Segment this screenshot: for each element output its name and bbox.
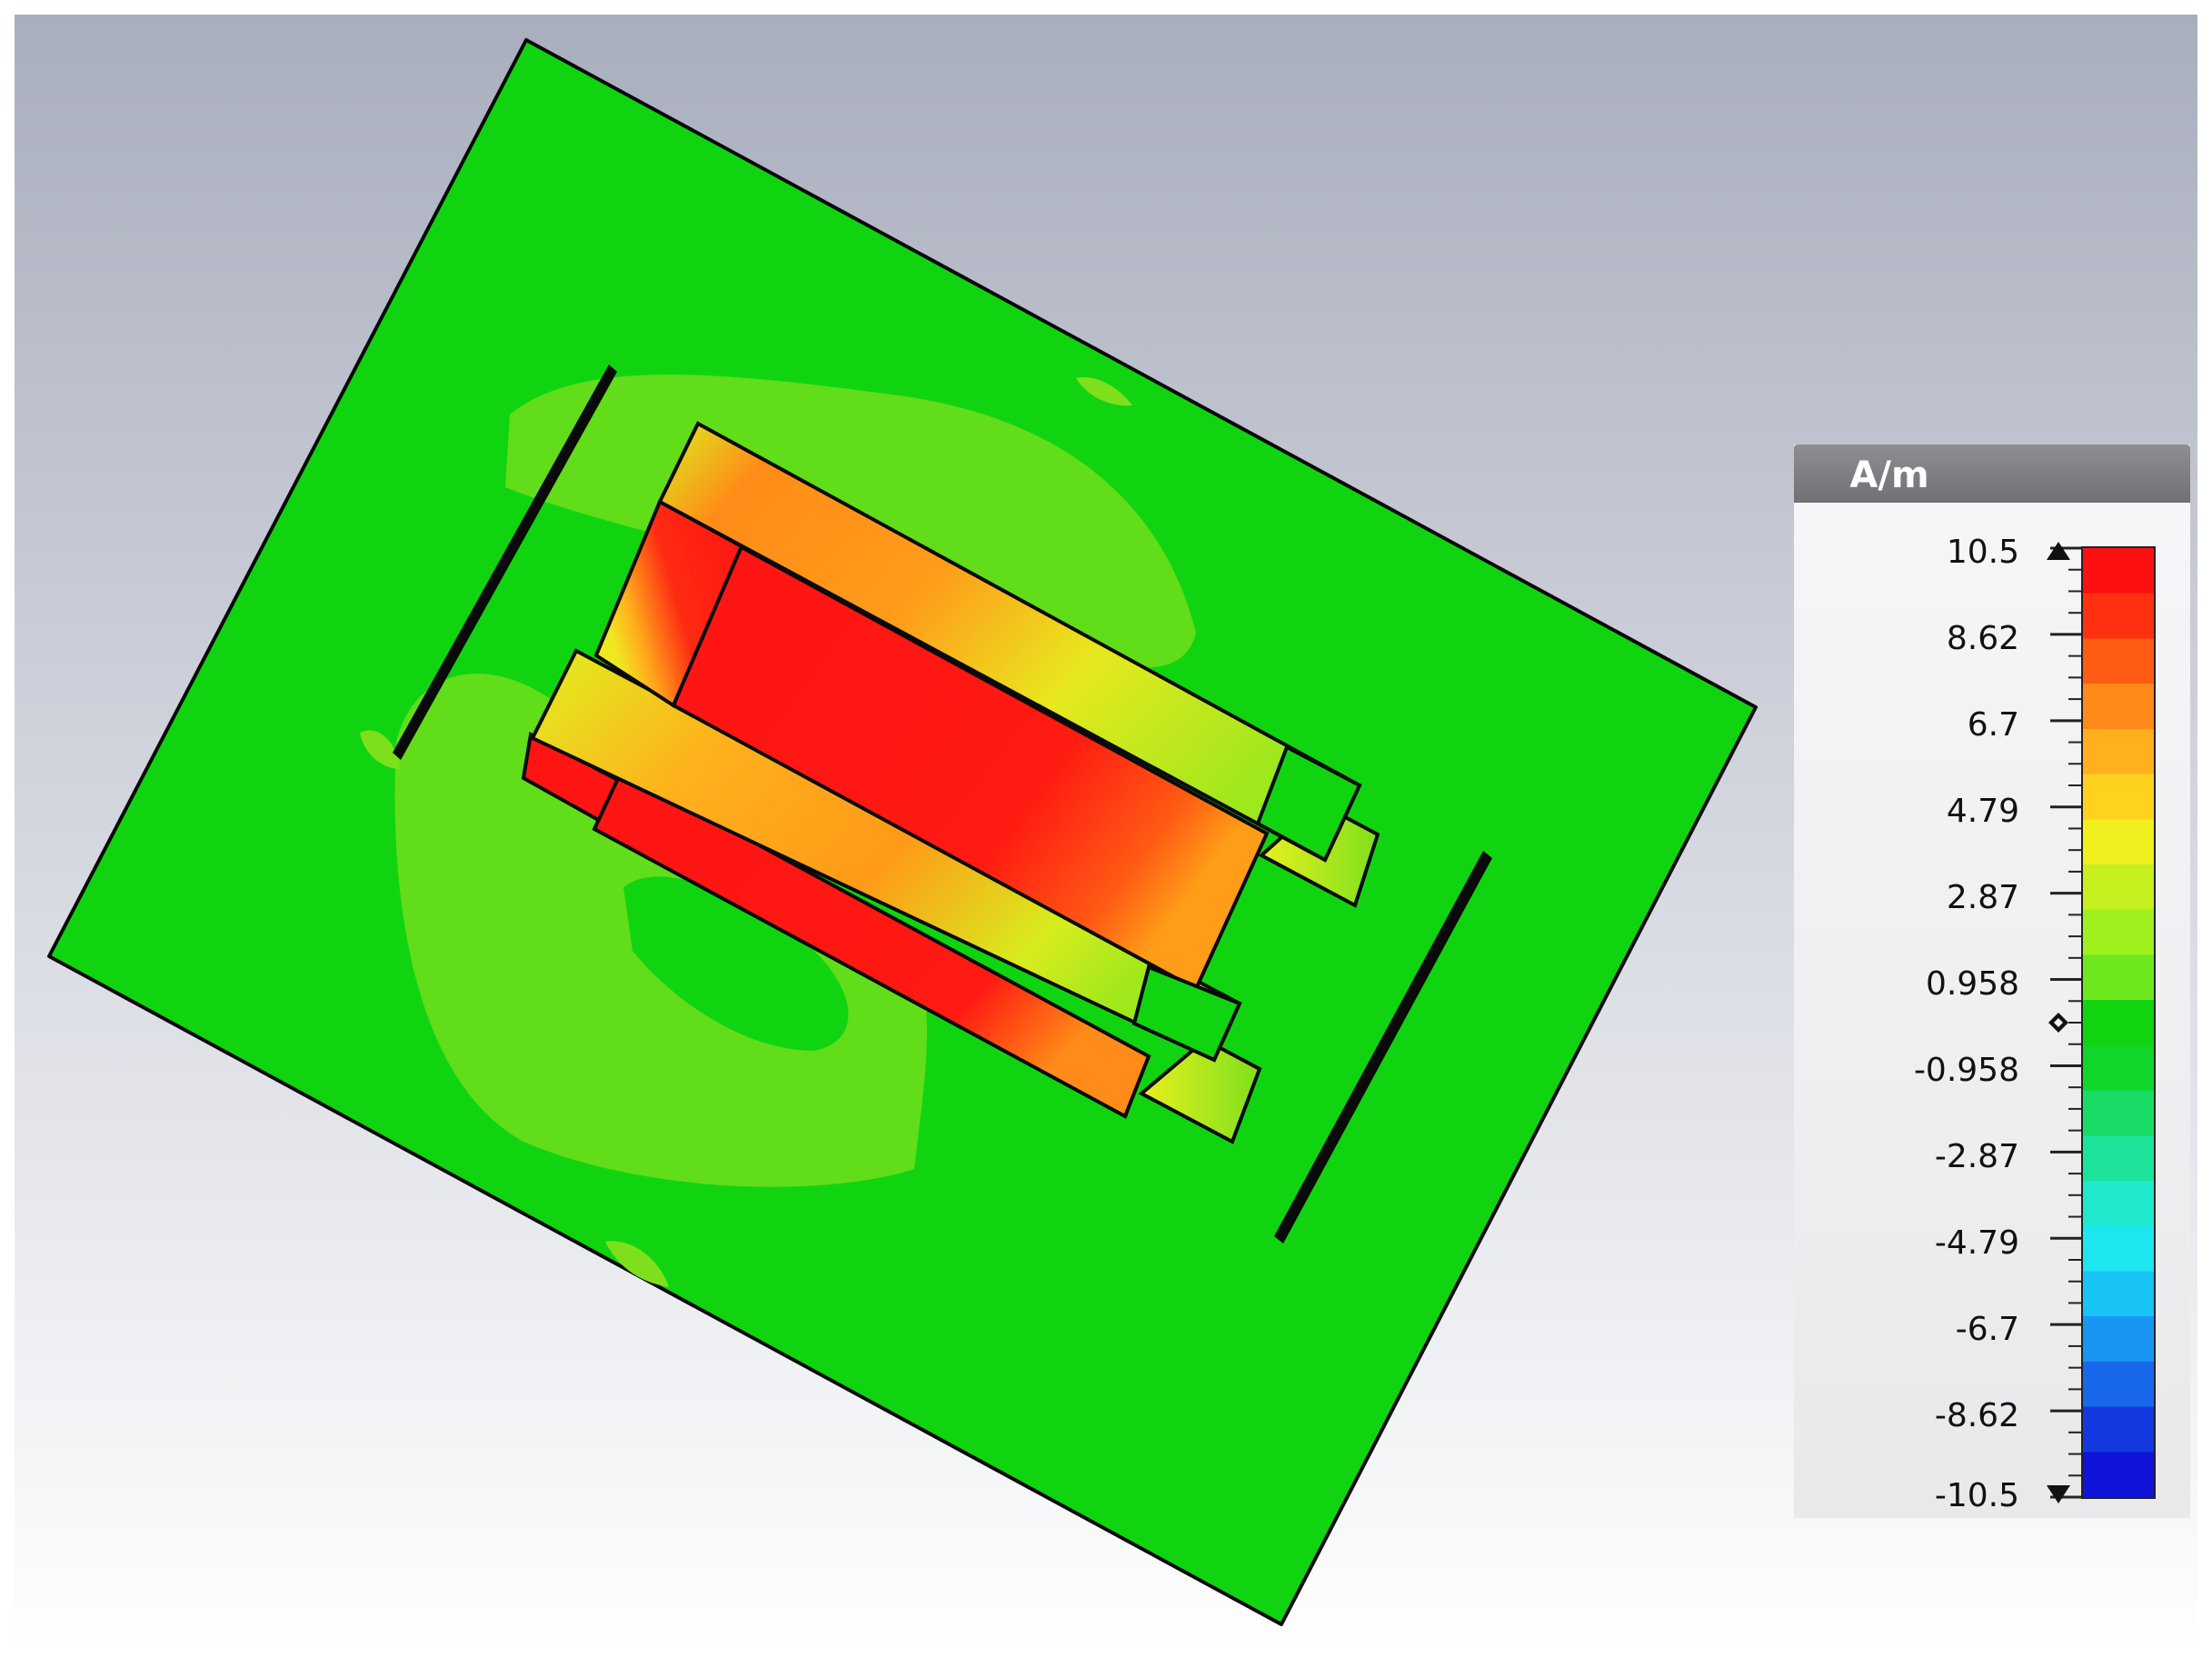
legend-tick-label: 4.79 xyxy=(1946,793,2019,830)
legend-tick-label: -2.87 xyxy=(1934,1138,2019,1175)
legend-tick-label: -4.79 xyxy=(1934,1224,2019,1262)
legend-unit-label: A/m xyxy=(1849,454,1929,496)
legend-tick-label: 6.7 xyxy=(1967,706,2019,744)
legend-colorbar xyxy=(2081,546,2156,1499)
legend-tick-label: -8.62 xyxy=(1934,1397,2019,1434)
legend-tick-label: -10.5 xyxy=(1934,1477,2019,1514)
legend-header: A/m xyxy=(1794,444,2190,503)
legend-tick-label: 10.5 xyxy=(1946,534,2019,571)
legend-min-arrow-icon[interactable] xyxy=(2045,1483,2072,1505)
legend-max-arrow-icon[interactable] xyxy=(2045,540,2072,562)
legend-tick-label: 8.62 xyxy=(1946,620,2019,657)
legend-tick-label: -6.7 xyxy=(1955,1311,2019,1348)
legend-tick-label: -0.958 xyxy=(1913,1052,2019,1089)
legend-tick-label: 0.958 xyxy=(1925,965,2019,1003)
legend-tick-label: 2.87 xyxy=(1946,879,2019,916)
legend-current-value-marker-icon[interactable] xyxy=(2047,1011,2070,1034)
